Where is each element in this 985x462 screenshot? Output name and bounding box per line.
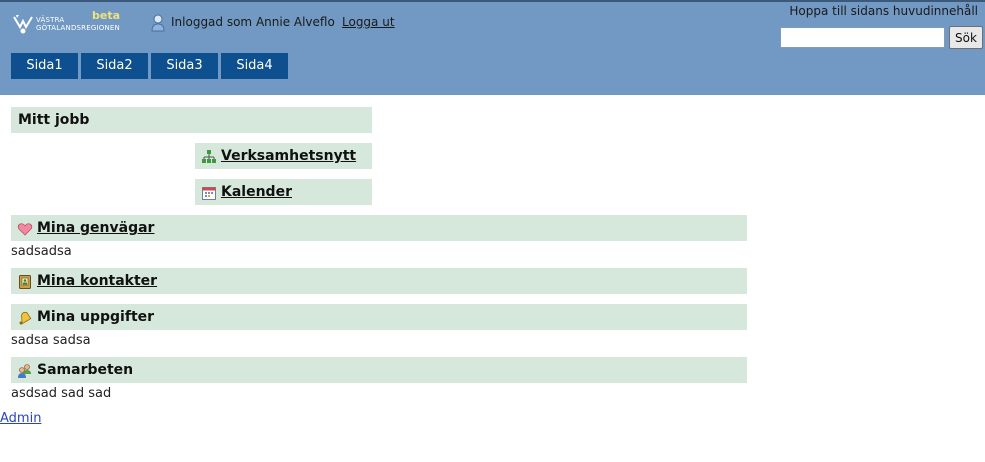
mina-genvagar-header: Mina genvägar	[11, 215, 747, 241]
verksamhetsnytt-link[interactable]: Verksamhetsnytt	[221, 143, 356, 169]
mitt-jobb-header: Mitt jobb	[11, 107, 372, 133]
skip-to-content-link[interactable]: Hoppa till sidans huvudinnehåll	[789, 4, 978, 18]
bell-icon	[19, 311, 32, 325]
beta-label: beta	[92, 9, 121, 22]
mina-genvagar-link[interactable]: Mina genvägar	[37, 215, 154, 241]
vgr-logo-icon	[13, 15, 33, 34]
org-chart-icon	[202, 150, 216, 163]
kalender-header: Kalender	[195, 179, 372, 205]
search-button[interactable]: Sök	[949, 26, 983, 49]
heart-icon	[17, 223, 33, 236]
samarbeten-title: Samarbeten	[37, 362, 134, 378]
tab-sida3[interactable]: Sida3	[151, 53, 218, 79]
logged-in-user-text: Inloggad som Annie Alveflo	[171, 15, 335, 29]
admin-link[interactable]: Admin	[0, 411, 41, 426]
tab-sida1[interactable]: Sida1	[11, 53, 78, 79]
mina-kontakter-header: Mina kontakter	[11, 268, 747, 294]
mina-genvagar-text: sadsadsa	[11, 244, 72, 259]
mina-uppgifter-title: Mina uppgifter	[37, 309, 155, 325]
mina-uppgifter-header: Mina uppgifter	[11, 304, 747, 330]
address-book-icon	[19, 275, 31, 289]
kalender-link[interactable]: Kalender	[221, 179, 292, 205]
search-input[interactable]	[780, 27, 945, 48]
tab-sida2[interactable]: Sida2	[81, 53, 148, 79]
calendar-icon	[202, 187, 216, 200]
logout-link[interactable]: Logga ut	[342, 15, 395, 29]
logo-text-line2: GÖTALANDSREGIONEN	[36, 24, 120, 32]
users-icon	[18, 364, 31, 378]
mitt-jobb-title: Mitt jobb	[18, 112, 90, 128]
mina-kontakter-link[interactable]: Mina kontakter	[37, 268, 157, 294]
tab-sida4[interactable]: Sida4	[221, 53, 288, 79]
user-icon	[151, 14, 165, 32]
mina-uppgifter-text: sadsa sadsa	[11, 333, 91, 348]
header: VÄSTRA GÖTALANDSREGIONEN beta Inloggad s…	[0, 0, 985, 95]
verksamhetsnytt-header: Verksamhetsnytt	[195, 143, 372, 169]
samarbeten-text: asdsad sad sad	[11, 386, 112, 401]
samarbeten-header: Samarbeten	[11, 357, 747, 383]
logo[interactable]: VÄSTRA GÖTALANDSREGIONEN beta	[12, 9, 122, 37]
